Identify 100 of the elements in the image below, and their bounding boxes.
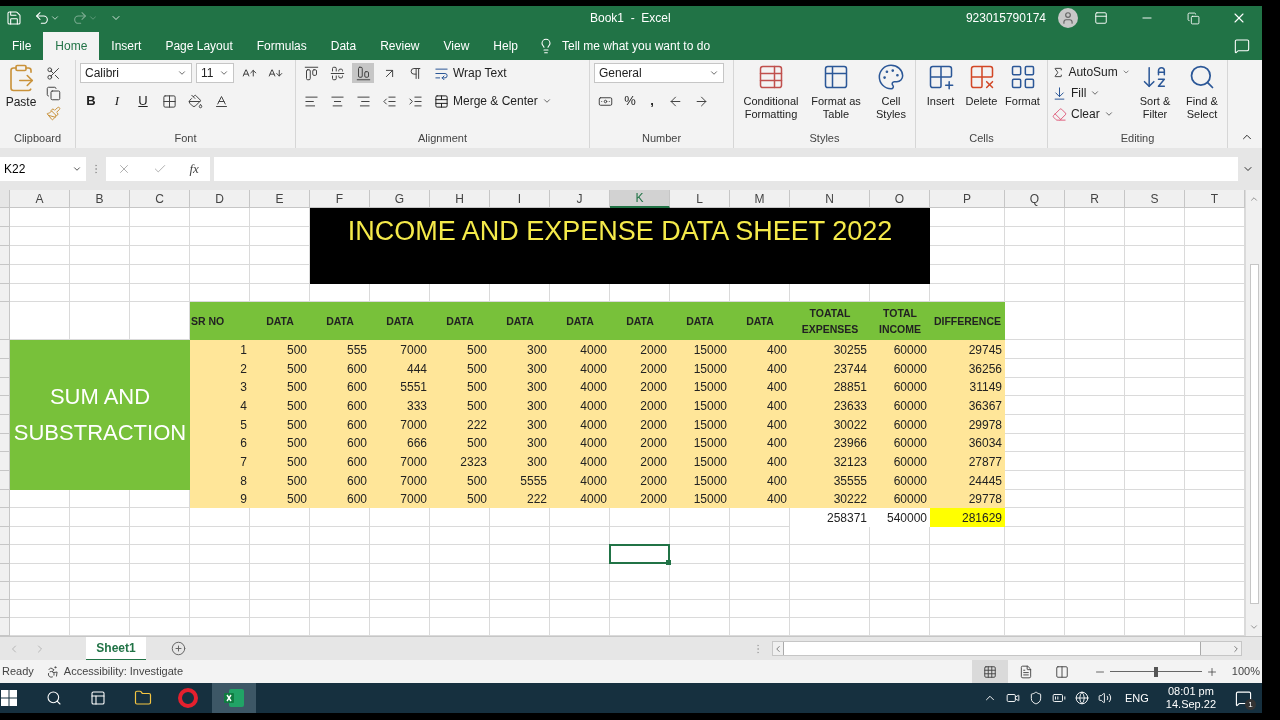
column-header[interactable]: M xyxy=(730,190,790,208)
ribbon-tab[interactable]: Home xyxy=(43,32,100,60)
column-header[interactable]: I xyxy=(490,190,550,208)
column-header[interactable]: T xyxy=(1185,190,1245,208)
table-cell: 600 xyxy=(310,378,370,396)
windows-logo-icon[interactable] xyxy=(1,690,17,706)
delete-cells-button[interactable]: Delete xyxy=(961,63,1002,108)
wrap-text-button[interactable]: Wrap Text xyxy=(434,63,552,83)
autosum-button[interactable]: AutoSum xyxy=(1052,63,1130,81)
row-header[interactable] xyxy=(0,434,10,452)
format-table-button[interactable]: Format as Table xyxy=(808,63,864,121)
column-header[interactable]: L xyxy=(670,190,730,208)
column-header[interactable]: E xyxy=(250,190,310,208)
column-header[interactable]: Q xyxy=(1005,190,1065,208)
row-header[interactable] xyxy=(0,545,10,564)
row-header[interactable] xyxy=(0,527,10,545)
ribbon-tab[interactable]: Data xyxy=(318,32,369,60)
ribbon-tab[interactable]: Page Layout xyxy=(153,32,245,60)
column-header[interactable]: N xyxy=(790,190,870,208)
cell-styles-button[interactable]: Cell Styles xyxy=(868,63,911,121)
column-header[interactable]: K xyxy=(610,190,670,208)
paste-button[interactable]: Paste xyxy=(4,63,38,111)
table-cell: 15000 xyxy=(670,359,730,378)
row-header[interactable] xyxy=(0,600,10,618)
ribbon-tab[interactable]: View xyxy=(431,32,482,60)
row-header[interactable] xyxy=(0,265,10,284)
fill-handle[interactable] xyxy=(666,560,671,565)
find-select-button[interactable]: Find & Select xyxy=(1180,63,1223,123)
ribbon-tab[interactable]: Insert xyxy=(99,32,154,60)
column-header[interactable]: D xyxy=(190,190,250,208)
zoom-level[interactable]: 100% xyxy=(1231,663,1260,680)
column-header[interactable]: P xyxy=(930,190,1005,208)
column-header[interactable]: O xyxy=(870,190,930,208)
sheet-tab[interactable]: Sheet1 xyxy=(86,636,146,661)
row-header[interactable] xyxy=(0,508,10,527)
underline-button[interactable]: U xyxy=(132,91,154,111)
row-header[interactable] xyxy=(0,227,10,246)
merge-center-button[interactable]: Merge & Center xyxy=(434,91,552,111)
table-cell: 600 xyxy=(310,359,370,378)
number-format-select[interactable]: General xyxy=(594,63,724,83)
column-header[interactable]: G xyxy=(370,190,430,208)
column-header[interactable]: C xyxy=(130,190,190,208)
row-header[interactable] xyxy=(0,208,10,227)
insert-function-button[interactable]: fx xyxy=(189,158,199,179)
column-header[interactable]: J xyxy=(550,190,610,208)
column-header[interactable]: A xyxy=(10,190,70,208)
conditional-formatting-button[interactable]: Conditional Formatting xyxy=(738,63,804,121)
horizontal-scrollbar[interactable] xyxy=(772,641,1242,656)
spreadsheet-app-icon[interactable] xyxy=(212,683,256,713)
ribbon-tab[interactable]: Help xyxy=(481,32,530,60)
column-header[interactable]: R xyxy=(1065,190,1125,208)
row-header[interactable] xyxy=(0,564,10,582)
align-bottom-button[interactable] xyxy=(352,63,374,83)
bold-button[interactable]: B xyxy=(80,91,102,111)
row-header[interactable] xyxy=(0,490,10,508)
name-box[interactable]: K22 xyxy=(0,156,86,181)
row-header[interactable] xyxy=(0,471,10,490)
ribbon-tab[interactable]: File xyxy=(0,32,44,60)
format-cells-button[interactable]: Format xyxy=(1002,63,1043,108)
select-all-corner[interactable] xyxy=(0,190,10,208)
row-header[interactable] xyxy=(0,582,10,600)
formula-input[interactable] xyxy=(214,156,1238,181)
vertical-scrollbar[interactable] xyxy=(1245,190,1262,636)
row-header[interactable] xyxy=(0,415,10,434)
ribbon-tab[interactable]: Review xyxy=(368,32,432,60)
fill-button[interactable]: Fill xyxy=(1052,84,1130,102)
accessibility-status[interactable]: Accessibility: Investigate xyxy=(63,663,183,680)
row-header[interactable] xyxy=(0,359,10,378)
table-cell: 300 xyxy=(490,359,550,378)
column-header[interactable]: H xyxy=(430,190,490,208)
font-size-select[interactable]: 11 xyxy=(196,63,234,83)
font-name-select[interactable]: Calibri xyxy=(80,63,192,83)
italic-button[interactable]: I xyxy=(106,91,128,111)
column-header[interactable]: S xyxy=(1125,190,1185,208)
clear-button[interactable]: Clear xyxy=(1052,105,1130,123)
column-header[interactable]: B xyxy=(70,190,130,208)
insert-cells-button[interactable]: Insert xyxy=(920,63,961,108)
scrollbar-thumb[interactable] xyxy=(783,642,1201,655)
table-cell: 35555 xyxy=(790,471,870,490)
ribbon-tab[interactable]: Formulas xyxy=(244,32,319,60)
row-header[interactable] xyxy=(0,246,10,265)
row-header[interactable] xyxy=(0,452,10,471)
comma-button[interactable]: , xyxy=(644,91,660,111)
row-header[interactable] xyxy=(0,340,10,359)
row-header[interactable] xyxy=(0,302,10,340)
percent-button[interactable]: % xyxy=(620,91,640,111)
sort-filter-button[interactable]: Sort & Filter xyxy=(1134,63,1176,123)
browser-ring-icon[interactable] xyxy=(178,688,198,708)
row-header[interactable] xyxy=(0,396,10,415)
language-indicator[interactable]: ENG xyxy=(1125,689,1149,707)
scrollbar-thumb[interactable] xyxy=(1249,264,1259,604)
row-header[interactable] xyxy=(0,618,10,636)
zoom-slider-thumb[interactable] xyxy=(1153,666,1158,677)
table-header-cell: DATA xyxy=(490,302,550,340)
selected-cell[interactable] xyxy=(609,544,670,564)
column-header[interactable]: F xyxy=(310,190,370,208)
row-header[interactable] xyxy=(0,378,10,396)
normal-view-button[interactable] xyxy=(971,660,1008,683)
row-header[interactable] xyxy=(0,284,10,302)
tell-me-field[interactable]: Tell me what you want to do xyxy=(562,37,711,55)
